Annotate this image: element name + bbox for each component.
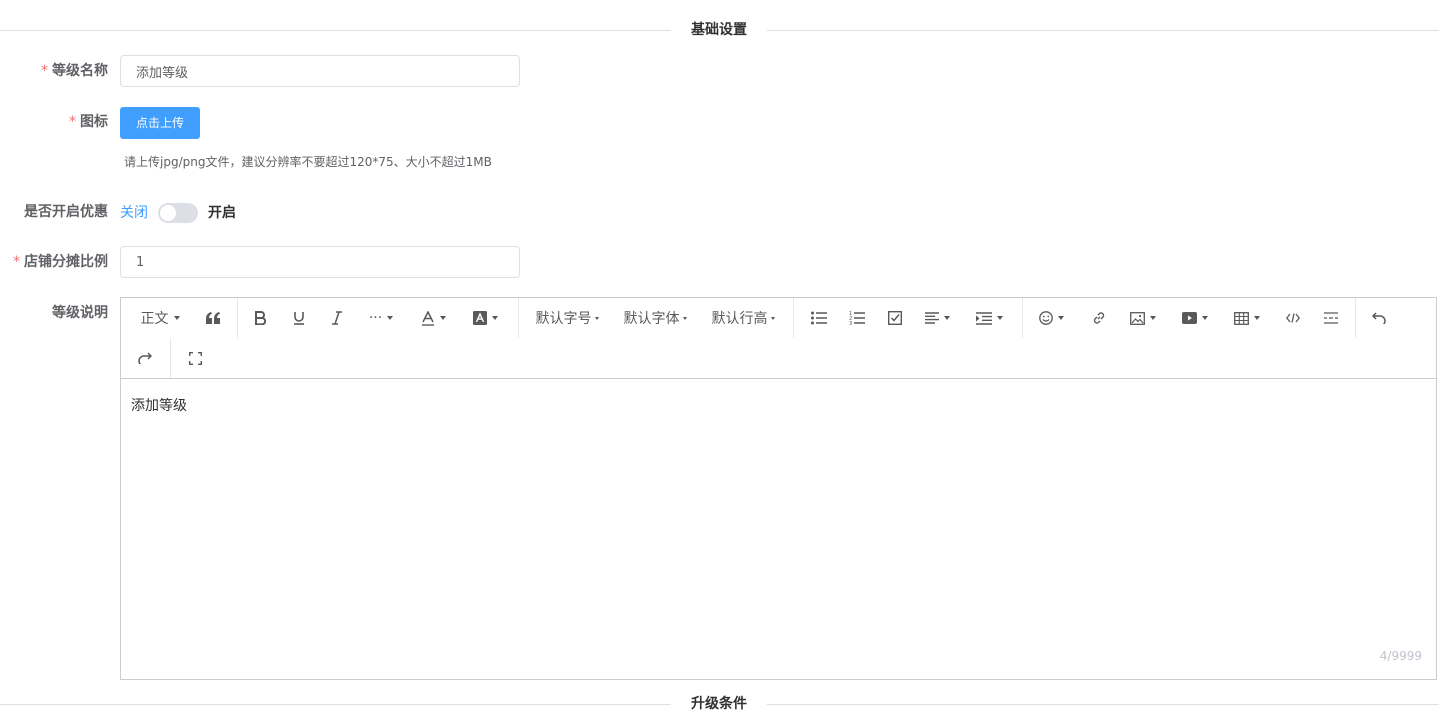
paragraph-select-label: 正文 — [140, 311, 169, 327]
redo-icon[interactable] — [129, 338, 161, 378]
todo-icon[interactable] — [879, 298, 911, 338]
bulleted-list-icon[interactable] — [803, 298, 835, 338]
paragraph-select[interactable]: 正文 — [131, 298, 189, 338]
ratio-label-text: 店铺分摊比例 — [24, 254, 108, 270]
level-name-input[interactable] — [120, 55, 520, 87]
font-family-select[interactable]: 默认字体 — [617, 298, 693, 338]
required-mark: * — [13, 254, 20, 270]
ratio-label: * 店铺分摊比例 — [13, 252, 108, 272]
font-color-icon[interactable] — [413, 298, 453, 338]
required-mark: * — [41, 63, 48, 79]
bg-color-icon[interactable] — [465, 298, 505, 338]
icon-label: * 图标 — [69, 112, 108, 132]
font-family-label: 默认字体 — [623, 311, 680, 327]
line-height-label: 默认行高 — [711, 311, 768, 327]
undo-icon[interactable] — [1363, 298, 1395, 338]
divider-icon[interactable] — [1315, 298, 1347, 338]
switch-off-label[interactable]: 关闭 — [120, 204, 148, 222]
indent-icon[interactable] — [969, 298, 1009, 338]
italic-icon[interactable] — [321, 298, 353, 338]
icon-label-text: 图标 — [80, 114, 108, 130]
video-icon[interactable] — [1175, 298, 1215, 338]
code-icon[interactable] — [1277, 298, 1309, 338]
discount-switch[interactable] — [158, 203, 198, 223]
link-icon[interactable] — [1083, 298, 1115, 338]
underline-icon[interactable] — [283, 298, 315, 338]
bold-icon[interactable] — [245, 298, 277, 338]
section-title-basic: 基础设置 — [671, 20, 767, 40]
switch-on-label[interactable]: 开启 — [208, 204, 236, 222]
numbered-list-icon[interactable]: 123 — [841, 298, 873, 338]
switch-knob — [160, 205, 176, 221]
more-style-button[interactable]: ··· — [361, 298, 401, 338]
upload-button[interactable]: 点击上传 — [120, 107, 200, 139]
table-icon[interactable] — [1227, 298, 1267, 338]
font-size-label: 默认字号 — [535, 311, 592, 327]
editor-content[interactable]: 添加等级 — [131, 397, 187, 415]
editor-toolbar: 正文 ··· 默认字号 默认字体 默认行高 123 — [121, 298, 1436, 379]
align-icon[interactable] — [917, 298, 957, 338]
more-style-label: ··· — [368, 310, 383, 326]
quote-icon[interactable] — [197, 298, 229, 338]
rich-text-editor[interactable]: 正文 ··· 默认字号 默认字体 默认行高 123 添加等级 4/9999 — [120, 297, 1437, 680]
level-name-label: * 等级名称 — [41, 61, 108, 81]
discount-label: 是否开启优惠 — [24, 204, 108, 220]
description-label: 等级说明 — [52, 305, 108, 321]
upload-hint: 请上传jpg/png文件，建议分辨率不要超过120*75、大小不超过1MB — [124, 155, 492, 169]
required-mark: * — [69, 114, 76, 130]
font-size-select[interactable]: 默认字号 — [529, 298, 605, 338]
svg-text:3: 3 — [849, 321, 852, 326]
ratio-input[interactable] — [120, 246, 520, 278]
fullscreen-icon[interactable] — [179, 338, 211, 378]
level-name-label-text: 等级名称 — [52, 63, 108, 79]
emoji-icon[interactable] — [1031, 298, 1071, 338]
image-icon[interactable] — [1123, 298, 1163, 338]
section-title-upgrade: 升级条件 — [671, 694, 767, 714]
line-height-select[interactable]: 默认行高 — [705, 298, 781, 338]
char-counter: 4/9999 — [1379, 649, 1422, 663]
